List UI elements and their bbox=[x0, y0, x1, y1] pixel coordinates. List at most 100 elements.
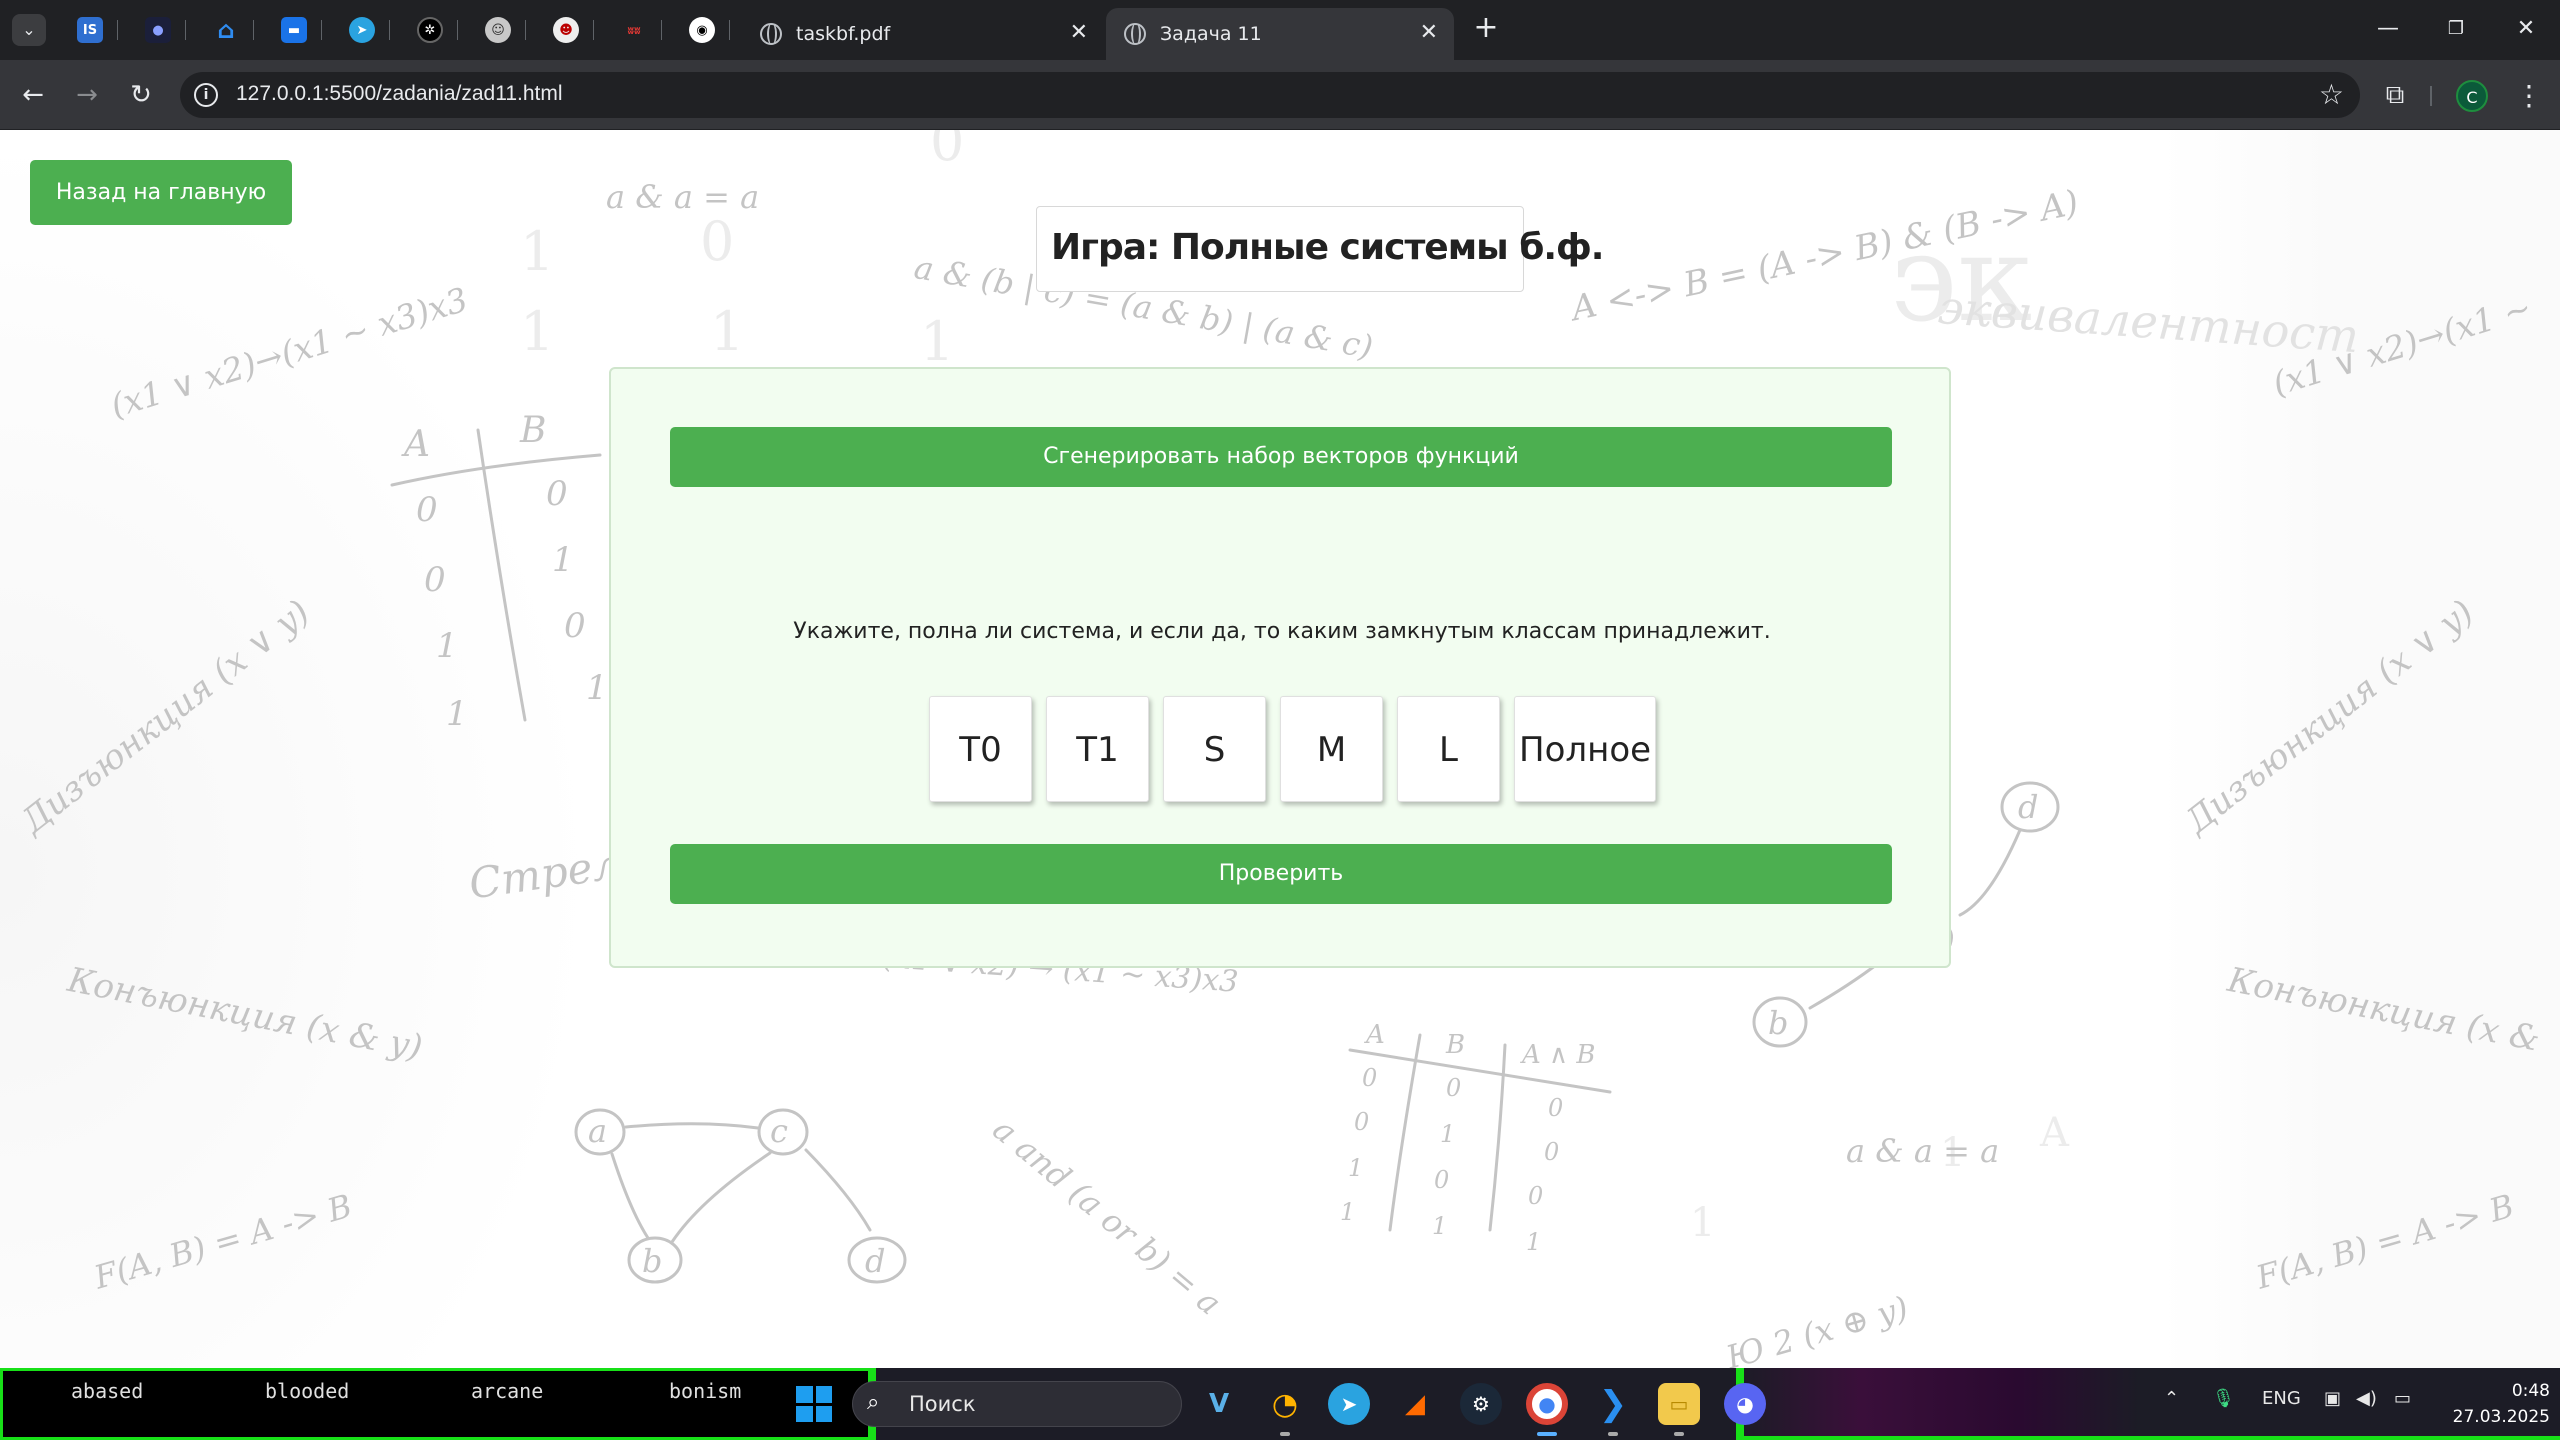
volume-icon[interactable]: ◀) bbox=[2356, 1388, 2377, 1409]
dark-app-icon: ● bbox=[145, 17, 171, 43]
taskbar-search[interactable]: ⌕ Поиск bbox=[852, 1381, 1182, 1427]
reload-icon[interactable]: ↻ bbox=[122, 76, 160, 114]
back-to-home-button[interactable]: Назад на главную bbox=[30, 160, 292, 225]
steam-icon[interactable]: ⚙ bbox=[1460, 1383, 1502, 1425]
github-icon: ◉ bbox=[689, 17, 715, 43]
tab-title: Задача 11 bbox=[1160, 23, 1262, 45]
screen: ⌄ IS ● ⌂ ▬ ➤ ✲ ☺ ☻ ʬʬ ◉ taskbf.pdf ✕ Зад… bbox=[0, 0, 2560, 1440]
media-app-icon[interactable]: ◔ bbox=[1264, 1383, 1306, 1425]
pinned-tab-telegram[interactable]: ➤ bbox=[334, 10, 390, 50]
skull-icon: ☻ bbox=[553, 17, 579, 43]
bg-graph-node: d bbox=[865, 1242, 885, 1280]
running-indicator bbox=[1537, 1432, 1557, 1436]
running-indicator bbox=[1608, 1432, 1618, 1436]
bg-graph-node: c bbox=[770, 1112, 788, 1150]
tab-taskbf-pdf[interactable]: taskbf.pdf ✕ bbox=[742, 8, 1104, 60]
bg-graph-node: d bbox=[2018, 788, 2038, 826]
isu-icon: IS bbox=[77, 17, 103, 43]
microphone-icon[interactable]: 🎙 bbox=[2212, 1388, 2235, 1409]
pinned-tab-isu[interactable]: IS bbox=[62, 10, 118, 50]
taskbar-accent bbox=[1736, 1436, 2560, 1440]
windows-start-icon[interactable] bbox=[796, 1386, 832, 1422]
workspace-bar: abased blooded arcane bonism bbox=[0, 1368, 872, 1440]
pinned-tab-github[interactable]: ◉ bbox=[674, 10, 730, 50]
toolbar-divider bbox=[2430, 86, 2432, 106]
new-tab-button[interactable]: + bbox=[1470, 12, 1502, 44]
bg-graph-node: b bbox=[642, 1242, 662, 1280]
vscode-icon[interactable]: ❯ bbox=[1592, 1383, 1634, 1425]
workspace-label[interactable]: bonism bbox=[669, 1379, 741, 1403]
pinned-tab-skull[interactable]: ☻ bbox=[538, 10, 594, 50]
choice-m[interactable]: M bbox=[1280, 696, 1383, 802]
minimize-button[interactable]: — bbox=[2368, 12, 2408, 46]
extensions-icon[interactable]: ⧉ bbox=[2378, 78, 2412, 112]
running-indicator bbox=[1674, 1432, 1684, 1436]
battery-icon[interactable]: ▭ bbox=[2394, 1388, 2411, 1409]
language-indicator[interactable]: ENG bbox=[2262, 1388, 2301, 1409]
tab-search-button[interactable]: ⌄ bbox=[12, 14, 46, 46]
tray-overflow-icon[interactable]: ⌃ bbox=[2164, 1388, 2179, 1409]
vs-app-icon[interactable]: V bbox=[1198, 1383, 1240, 1425]
browser-toolbar: ← → ↻ i 127.0.0.1:5500/zadania/zad11.htm… bbox=[0, 60, 2560, 130]
pinned-tab-home[interactable]: ⌂ bbox=[198, 10, 254, 50]
page-viewport: 1 0 1 1 1 0 1 1 A эк a & a = a a & (b | … bbox=[0, 130, 2560, 1368]
chat-icon: ▬ bbox=[281, 17, 307, 43]
telegram-icon[interactable]: ➤ bbox=[1328, 1383, 1370, 1425]
choice-t1[interactable]: T1 bbox=[1046, 696, 1149, 802]
browser-tabstrip: ⌄ IS ● ⌂ ▬ ➤ ✲ ☺ ☻ ʬʬ ◉ taskbf.pdf ✕ Зад… bbox=[0, 0, 2560, 60]
pinned-tab-openai[interactable]: ✲ bbox=[402, 10, 458, 50]
restore-button[interactable]: ❐ bbox=[2436, 12, 2476, 46]
running-indicator bbox=[1280, 1432, 1290, 1436]
url-text[interactable]: 127.0.0.1:5500/zadania/zad11.html bbox=[236, 82, 563, 106]
pinned-tab-chat[interactable]: ▬ bbox=[266, 10, 322, 50]
tab-title: taskbf.pdf bbox=[796, 23, 891, 45]
pinned-tab-red-logo[interactable]: ʬʬ bbox=[606, 10, 662, 50]
choice-complete[interactable]: Полное bbox=[1514, 696, 1657, 802]
pinned-tab-avatar[interactable]: ☺ bbox=[470, 10, 526, 50]
globe-icon bbox=[760, 23, 782, 45]
pinned-tab-dark-app[interactable]: ● bbox=[130, 10, 186, 50]
check-button[interactable]: Проверить bbox=[670, 844, 1892, 904]
file-explorer-icon[interactable]: ▭ bbox=[1658, 1383, 1700, 1425]
generate-vectors-button[interactable]: Сгенерировать набор векторов функций bbox=[670, 427, 1892, 487]
choice-t0[interactable]: T0 bbox=[929, 696, 1032, 802]
workspace-label[interactable]: abased bbox=[71, 1379, 143, 1403]
search-icon: ⌕ bbox=[867, 1390, 880, 1415]
class-choices: T0 T1 S M L Полное bbox=[929, 696, 1657, 806]
tab-zadacha-11[interactable]: Задача 11 ✕ bbox=[1106, 8, 1454, 60]
choice-l[interactable]: L bbox=[1397, 696, 1500, 802]
avatar-icon: ☺ bbox=[485, 17, 511, 43]
clock-date: 27.03.2025 bbox=[2452, 1407, 2550, 1427]
system-clock[interactable]: 0:48 27.03.2025 bbox=[2440, 1378, 2550, 1430]
forward-arrow-icon[interactable]: → bbox=[68, 76, 106, 114]
address-bar[interactable]: i 127.0.0.1:5500/zadania/zad11.html ☆ bbox=[180, 72, 2360, 118]
back-arrow-icon[interactable]: ← bbox=[14, 76, 52, 114]
openai-icon: ✲ bbox=[417, 17, 443, 43]
chrome-icon[interactable]: ● bbox=[1526, 1383, 1568, 1425]
game-panel: Сгенерировать набор векторов функций Ука… bbox=[609, 367, 1951, 968]
telegram-icon: ➤ bbox=[349, 17, 375, 43]
search-placeholder: Поиск bbox=[909, 1392, 976, 1416]
browser-menu-icon[interactable]: ⋮ bbox=[2514, 78, 2544, 114]
sublime-app-icon[interactable]: ◢ bbox=[1394, 1383, 1436, 1425]
choice-s[interactable]: S bbox=[1163, 696, 1266, 802]
close-window-button[interactable]: ✕ bbox=[2506, 12, 2546, 46]
page-title: Игра: Полные системы б.ф. bbox=[1051, 227, 1604, 268]
network-icon[interactable]: ▣ bbox=[2324, 1388, 2341, 1409]
site-info-icon[interactable]: i bbox=[194, 83, 218, 107]
workspace-label[interactable]: blooded bbox=[265, 1379, 349, 1403]
close-tab-icon[interactable]: ✕ bbox=[1420, 22, 1438, 44]
home-icon: ⌂ bbox=[217, 16, 235, 44]
close-tab-icon[interactable]: ✕ bbox=[1070, 22, 1088, 44]
profile-avatar[interactable]: C bbox=[2456, 80, 2488, 112]
page-title-box: Игра: Полные системы б.ф. bbox=[1036, 206, 1604, 292]
question-text: Укажите, полна ли система, и если да, то… bbox=[793, 619, 1771, 644]
globe-icon bbox=[1124, 23, 1146, 45]
taskbar-glow bbox=[1740, 1368, 2140, 1440]
workspace-label[interactable]: arcane bbox=[471, 1379, 543, 1403]
bookmark-star-icon[interactable]: ☆ bbox=[2319, 78, 2344, 111]
clock-time: 0:48 bbox=[2511, 1381, 2550, 1401]
bg-graph-node: a bbox=[588, 1112, 607, 1150]
red-logo-icon: ʬʬ bbox=[627, 23, 641, 37]
discord-icon[interactable]: ◕ bbox=[1724, 1383, 1766, 1425]
